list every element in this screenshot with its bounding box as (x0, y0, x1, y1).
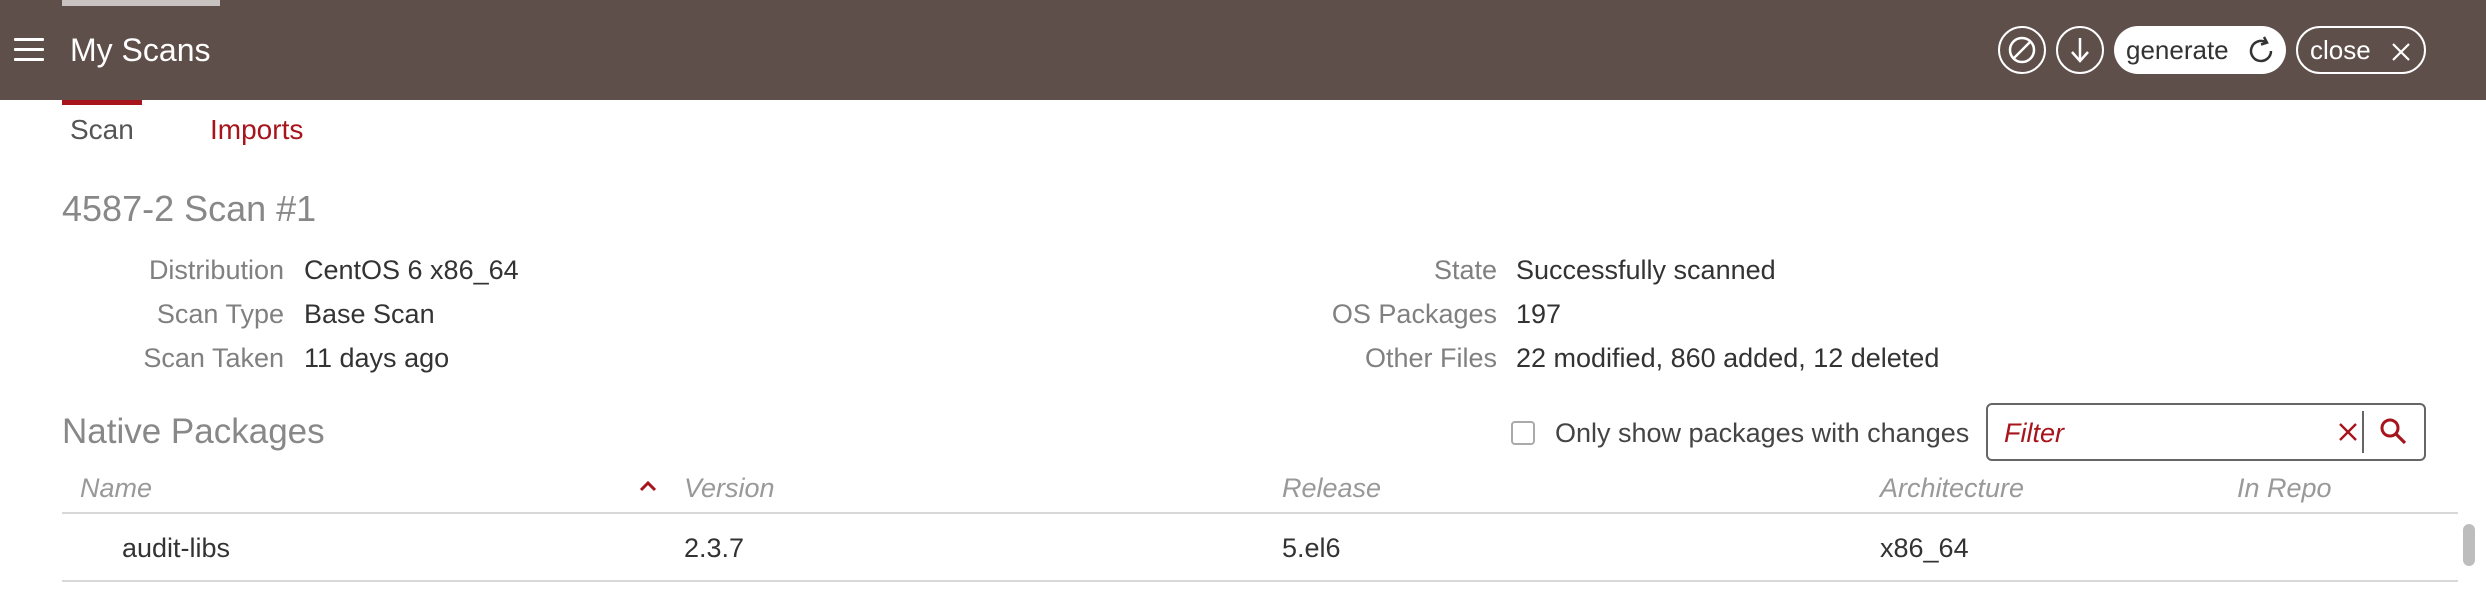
cell-version: 2.3.7 (684, 533, 745, 563)
clear-filter-icon[interactable] (2336, 420, 2360, 444)
generate-button[interactable]: generate (2114, 26, 2286, 74)
download-arrow-icon (2071, 38, 2089, 63)
filter-box (1986, 403, 2426, 461)
page-title: My Scans (70, 32, 211, 68)
tab-scan-label: Scan (70, 114, 134, 145)
filter-divider (2362, 411, 2364, 453)
state-label: State (1433, 255, 1497, 285)
generate-label: generate (2126, 35, 2229, 65)
header-top-indicator (62, 0, 220, 6)
column-header-release[interactable]: Release (1282, 468, 1381, 508)
scan-title: 4587-2 Scan #1 (62, 188, 317, 229)
cell-release: 5.el6 (1282, 533, 1341, 563)
column-header-architecture[interactable]: Architecture (1880, 468, 2024, 508)
cell-architecture: x86_64 (1880, 533, 1969, 563)
distribution-label: Distribution (148, 255, 284, 285)
tab-imports-label: Imports (210, 114, 304, 145)
column-header-name[interactable]: Name (80, 468, 152, 508)
scan-taken-label: Scan Taken (143, 343, 284, 373)
filter-input[interactable] (2004, 415, 2314, 451)
tab-scan[interactable]: Scan (62, 100, 142, 156)
column-header-version[interactable]: Version (684, 468, 775, 508)
close-label: close (2310, 35, 2371, 65)
close-button[interactable]: close (2296, 26, 2426, 74)
packages-table-header: Name Version Release Architecture In Rep… (62, 468, 2458, 514)
state-value: Successfully scanned (1516, 255, 1776, 285)
scrollbar-thumb[interactable] (2463, 524, 2475, 566)
distribution-value: CentOS 6 x86_64 (304, 255, 519, 285)
scan-type-value: Base Scan (304, 299, 435, 329)
cancel-button[interactable] (1998, 26, 2046, 74)
column-header-in-repo[interactable]: In Repo (2237, 468, 2332, 508)
other-files-value: 22 modified, 860 added, 12 deleted (1516, 343, 1940, 373)
sort-ascending-icon[interactable] (638, 478, 658, 494)
close-icon (2392, 43, 2410, 61)
cell-name: audit-libs (122, 533, 231, 563)
cancel-circle-icon (2008, 36, 2036, 64)
scan-taken-value: 11 days ago (304, 343, 450, 373)
tab-imports[interactable]: Imports (210, 100, 303, 156)
search-icon[interactable] (2378, 416, 2408, 446)
app-header: My Scans generate close (0, 0, 2486, 100)
table-row[interactable]: audit-libs 2.3.7 5.el6 x86_64 (62, 516, 2458, 582)
table-scrollbar[interactable] (2456, 516, 2482, 590)
native-packages-title: Native Packages (62, 412, 325, 451)
os-packages-value: 197 (1516, 299, 1562, 329)
only-changes-label[interactable]: Only show packages with changes (1555, 415, 1969, 451)
refresh-icon (2249, 36, 2273, 63)
hamburger-icon[interactable] (14, 37, 44, 63)
scan-type-label: Scan Type (156, 299, 284, 329)
download-button[interactable] (2056, 26, 2104, 74)
os-packages-label: OS Packages (1331, 299, 1497, 329)
other-files-label: Other Files (1364, 343, 1497, 373)
only-changes-checkbox[interactable] (1511, 421, 1535, 445)
